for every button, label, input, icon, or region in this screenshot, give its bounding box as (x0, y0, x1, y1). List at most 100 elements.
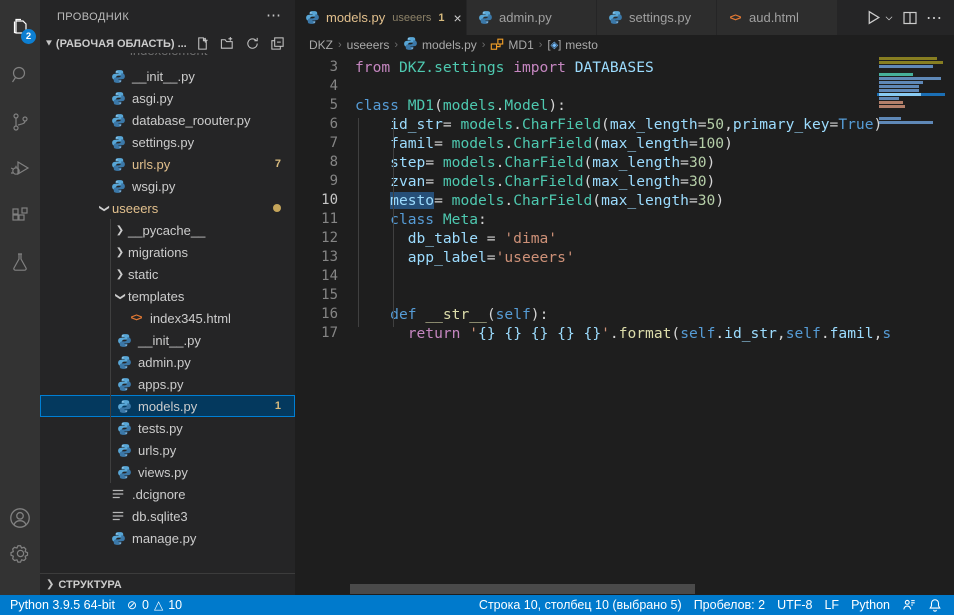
sidebar-more-actions[interactable]: ⋯ (266, 6, 281, 24)
symbol-class-icon (490, 37, 504, 54)
tree-item-migrations[interactable]: ❯migrations (40, 241, 295, 263)
more-actions-icon[interactable]: ⋯ (926, 8, 942, 28)
code-text: zvan= models.CharField(max_length=30) (355, 172, 907, 191)
new-folder-icon[interactable] (220, 36, 235, 51)
errors-count: 0 (142, 598, 149, 612)
tree-item-urls-py[interactable]: urls.py7 (40, 153, 295, 175)
workspace-label: (РАБОЧАЯ ОБЛАСТЬ) ... (56, 38, 186, 50)
code-text: app_label='useeers' (355, 248, 907, 267)
tree-item-manage-py[interactable]: manage.py (40, 527, 295, 549)
run-debug-icon[interactable] (0, 148, 40, 188)
minimap[interactable] (877, 57, 945, 187)
tree-item-settings-py[interactable]: settings.py (40, 131, 295, 153)
horizontal-scrollbar[interactable] (350, 584, 695, 594)
explorer-icon[interactable]: 2 (0, 8, 40, 48)
breadcrumb-item-models-py[interactable]: models.py (403, 36, 477, 54)
tree-item-useeers[interactable]: ❯useeers (40, 197, 295, 219)
tree-item-label: database_roouter.py (132, 113, 251, 128)
notifications-bell-icon[interactable] (922, 595, 948, 615)
tab-label: aud.html (749, 10, 799, 25)
breadcrumb-item-dkz[interactable]: DKZ (309, 38, 333, 52)
breadcrumb-label: models.py (422, 38, 477, 52)
settings-gear-icon[interactable] (0, 533, 40, 573)
tab-problems-badge: 1 (438, 12, 444, 24)
editor-group: models.py useeers 1 × admin.py settings.py<>a… (295, 0, 954, 595)
tree-item-database-roouter-py[interactable]: database_roouter.py (40, 109, 295, 131)
code-editor[interactable]: 3from DKZ.settings import DATABASES45cla… (295, 55, 954, 595)
tree-item-views-py[interactable]: views.py (40, 461, 295, 483)
tab-models-py[interactable]: models.pyuseeers1× (295, 0, 467, 35)
line-number: 16 (295, 305, 338, 324)
refresh-icon[interactable] (245, 36, 260, 51)
new-file-icon[interactable] (195, 36, 210, 51)
breadcrumb: DKZ›useeers›models.py›MD1›[◈]mesto (295, 35, 954, 55)
language-mode-status[interactable]: Python (845, 595, 896, 615)
breadcrumb-item-useeers[interactable]: useeers (347, 38, 390, 52)
problems-status[interactable]: ⊘ 0 △ 10 (121, 595, 188, 615)
code-line-4[interactable]: 4 (295, 77, 954, 96)
tab-label: admin.py (499, 10, 552, 25)
tab-admin-py[interactable]: admin.py (467, 0, 597, 35)
tab-aud-html[interactable]: <>aud.html (717, 0, 838, 35)
tree-item-admin-py[interactable]: admin.py (40, 351, 295, 373)
search-icon[interactable] (0, 55, 40, 95)
breadcrumb-item-mesto[interactable]: [◈]mesto (547, 38, 598, 52)
vscode-window: 2 ПРОВОДНИК ⋯ ▼ (РАБОЧАЯ ОБ (0, 0, 954, 615)
tree-item--pycache-[interactable]: ❯__pycache__ (40, 219, 295, 241)
tree-item-db-sqlite3[interactable]: db.sqlite3 (40, 505, 295, 527)
code-text: from DKZ.settings import DATABASES (355, 58, 907, 77)
tree-item--init-py[interactable]: __init__.py (40, 329, 295, 351)
account-icon[interactable] (0, 498, 40, 538)
tree-item-label: index345.html (150, 311, 231, 326)
tree-item-apps-py[interactable]: apps.py (40, 373, 295, 395)
breadcrumb-separator-icon: › (338, 39, 342, 51)
outline-section-header[interactable]: ❯ СТРУКТУРА (40, 573, 295, 595)
encoding-status[interactable]: UTF-8 (771, 595, 818, 615)
feedback-icon[interactable] (896, 595, 922, 615)
tab-settings-py[interactable]: settings.py (597, 0, 717, 35)
activity-bar: 2 (0, 0, 40, 595)
workspace-section-header[interactable]: ▼ (РАБОЧАЯ ОБЛАСТЬ) ... (40, 34, 295, 53)
tree-item-label: useeers (112, 201, 158, 216)
eol-status[interactable]: LF (818, 595, 845, 615)
tree-item-asgi-py[interactable]: asgi.py (40, 87, 295, 109)
tree-item-label: db.sqlite3 (132, 509, 188, 524)
tree-item--dcignore[interactable]: .dcignore (40, 483, 295, 505)
run-python-file-button[interactable] (865, 9, 894, 26)
cursor-position-status[interactable]: Строка 10, столбец 10 (выбрано 5) (473, 595, 688, 615)
split-editor-icon[interactable] (902, 10, 918, 26)
collapse-all-icon[interactable] (270, 36, 285, 51)
testing-icon[interactable] (0, 242, 40, 282)
code-line-3[interactable]: 3from DKZ.settings import DATABASES (295, 58, 954, 77)
chevron-right-icon: ❯ (112, 269, 128, 280)
code-text: id_str= models.CharField(max_length=50,p… (355, 115, 907, 134)
minimap-line (877, 113, 945, 116)
source-control-icon[interactable] (0, 102, 40, 142)
python-interpreter-status[interactable]: Python 3.9.5 64-bit (4, 595, 121, 615)
python-file-icon (305, 10, 320, 26)
tree-item-templates[interactable]: ❯templates (40, 285, 295, 307)
tree-item-urls-py[interactable]: urls.py (40, 439, 295, 461)
chevron-right-icon: ❯ (112, 225, 128, 236)
tree-item-label: urls.py (138, 443, 176, 458)
line-number: 5 (295, 96, 338, 115)
tree-item--init-py[interactable]: __init__.py (40, 65, 295, 87)
tree-item-label: __init__.py (132, 69, 195, 84)
tree-item-static[interactable]: ❯static (40, 263, 295, 285)
code-line-5[interactable]: 5class MD1(models.Model): (295, 96, 954, 115)
python-file-icon (110, 90, 126, 106)
python-file-icon (116, 442, 132, 458)
close-icon[interactable]: × (454, 11, 462, 25)
tree-item-tests-py[interactable]: tests.py (40, 417, 295, 439)
tree-item-wsgi-py[interactable]: wsgi.py (40, 175, 295, 197)
tree-item-index345-html[interactable]: <>index345.html (40, 307, 295, 329)
extensions-icon[interactable] (0, 196, 40, 236)
minimap-line (877, 97, 945, 100)
indentation-status[interactable]: Пробелов: 2 (688, 595, 771, 615)
breadcrumb-item-md1[interactable]: MD1 (490, 37, 533, 54)
tree-item-label: asgi.py (132, 91, 173, 106)
code-text: step= models.CharField(max_length=30) (355, 153, 907, 172)
tree-item-models-py[interactable]: models.py1 (40, 395, 295, 417)
tree-indent-guide (110, 219, 111, 483)
problems-badge: 7 (275, 158, 281, 170)
